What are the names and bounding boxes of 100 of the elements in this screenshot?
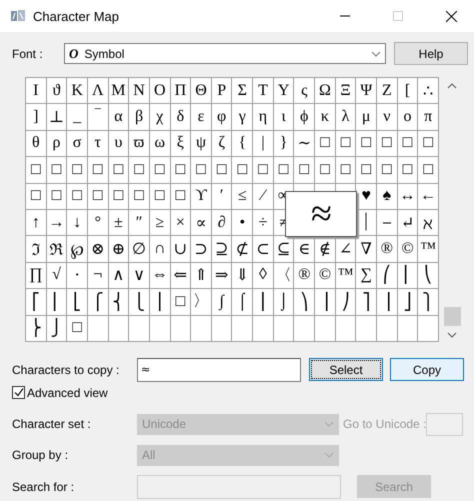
character-cell[interactable]: ϖ [129,130,149,156]
character-cell[interactable]: α [108,104,128,130]
character-cell[interactable]: _ [67,104,87,130]
character-cell[interactable]: ⌡ [274,289,294,315]
character-cell[interactable]: ⋅ [67,262,87,288]
character-cell[interactable]: □ [294,157,314,183]
copy-button[interactable]: Copy [390,358,464,382]
character-cell[interactable]: ∪ [170,236,190,262]
character-cell[interactable]: □ [108,184,128,209]
character-cell[interactable]: ⎤ [356,289,376,315]
character-cell[interactable]: ⊕ [108,236,128,262]
character-cell[interactable]: Λ [88,78,108,104]
character-cell[interactable]: □ [191,157,211,183]
character-cell[interactable]: ∅ [129,236,149,262]
character-cell[interactable]: Ρ [212,78,232,104]
character-cell[interactable]: ↓ [67,210,87,236]
character-cell[interactable]: ι [274,104,294,130]
character-cell[interactable]: 〈 [274,262,294,288]
character-cell[interactable]: λ [336,104,356,130]
character-cell[interactable]: □ [356,157,376,183]
character-cell[interactable]: Υ [274,78,294,104]
character-cell[interactable]: { [232,130,252,156]
character-cell[interactable]: ∉ [315,236,335,262]
character-cell[interactable]: ⎢ [46,289,66,315]
character-cell[interactable]: π [418,104,438,130]
character-cell[interactable]: ∂ [212,210,232,236]
character-cell[interactable]: | [253,130,273,156]
character-cell[interactable]: □ [336,157,356,183]
character-cell[interactable]: × [170,210,190,236]
character-cell[interactable]: θ [26,130,46,156]
character-cell[interactable]: ⎣ [67,289,87,315]
character-cell[interactable]: χ [150,104,170,130]
character-cell[interactable]: ′ [212,184,232,209]
character-cell[interactable]: © [315,262,335,288]
character-cell[interactable]: ϕ [294,104,314,130]
character-cell[interactable]: ⎬ [26,316,46,341]
character-cell[interactable]: □ [170,157,190,183]
character-cell[interactable]: ⇐ [170,262,190,288]
character-cell[interactable]: □ [418,130,438,156]
character-cell[interactable]: Ψ [356,78,376,104]
character-cell[interactable]: ◊ [253,262,273,288]
character-cell[interactable]: ς [294,78,314,104]
character-cell[interactable]: ⎝ [418,262,438,288]
character-cell[interactable]: □ [88,184,108,209]
character-cell[interactable]: ℵ [418,210,438,236]
character-cell[interactable]: ↵ [398,210,418,236]
character-cell[interactable]: Ν [129,78,149,104]
character-cell[interactable]: ω [150,130,170,156]
character-cell[interactable]: ϑ [46,78,66,104]
character-cell[interactable]: Μ [108,78,128,104]
character-cell[interactable]: ∧ [108,262,128,288]
character-cell[interactable]: → [46,210,66,236]
character-cell[interactable]: ο [398,104,418,130]
character-cell[interactable]: ∨ [129,262,149,288]
character-cell[interactable]: ⊇ [212,236,232,262]
character-cell[interactable]: Κ [67,78,87,104]
character-cell[interactable]: □ [212,157,232,183]
character-cell[interactable]: ζ [212,130,232,156]
character-cell[interactable]: ÷ [253,210,273,236]
character-cell[interactable]: □ [315,157,335,183]
character-cell[interactable]: □ [170,184,190,209]
character-cell[interactable]: ∇ [356,236,376,262]
character-cell[interactable]: ℑ [26,236,46,262]
character-cell[interactable]: Θ [191,78,211,104]
character-cell[interactable]: □ [67,184,87,209]
character-cell[interactable]: □ [274,157,294,183]
character-cell[interactable]: □ [398,130,418,156]
character-cell[interactable]: ∝ [191,210,211,236]
character-cell[interactable]: □ [418,157,438,183]
character-cell[interactable]: ↑ [26,210,46,236]
character-cell[interactable]: Ω [315,78,335,104]
character-cell[interactable]: ∠ [336,236,356,262]
character-cell[interactable]: ρ [46,130,66,156]
character-cell[interactable]: [ [398,78,418,104]
character-cell[interactable]: Ο [150,78,170,104]
character-cell[interactable]: ™ [336,262,356,288]
character-cell[interactable]: □ [356,130,376,156]
character-cell[interactable]: Ξ [336,78,356,104]
character-cell[interactable]: ‾ [88,104,108,130]
character-cell[interactable]: η [253,104,273,130]
character-cell[interactable]: ] [26,104,46,130]
character-cell[interactable]: ∏ [26,262,46,288]
character-cell[interactable]: ← [418,184,438,209]
character-cell[interactable]: ℜ [46,236,66,262]
character-cell[interactable]: ⎡ [26,289,46,315]
character-cell[interactable]: □ [129,157,149,183]
character-cell[interactable]: ⇓ [232,262,252,288]
character-cell[interactable]: υ [108,130,128,156]
character-cell[interactable]: γ [232,104,252,130]
character-cell[interactable]: ⎮ [253,289,273,315]
character-cell[interactable]: ® [377,236,397,262]
character-cell[interactable]: ¬ [88,262,108,288]
character-cell[interactable]: ≤ [232,184,252,209]
character-cell[interactable]: φ [212,104,232,130]
character-cell[interactable]: □ [150,184,170,209]
character-cell[interactable]: ⌠ [232,289,252,315]
character-cell[interactable]: □ [398,157,418,183]
character-cell[interactable]: □ [377,157,397,183]
character-cell[interactable]: ≥ [150,210,170,236]
character-cell[interactable]: □ [88,157,108,183]
